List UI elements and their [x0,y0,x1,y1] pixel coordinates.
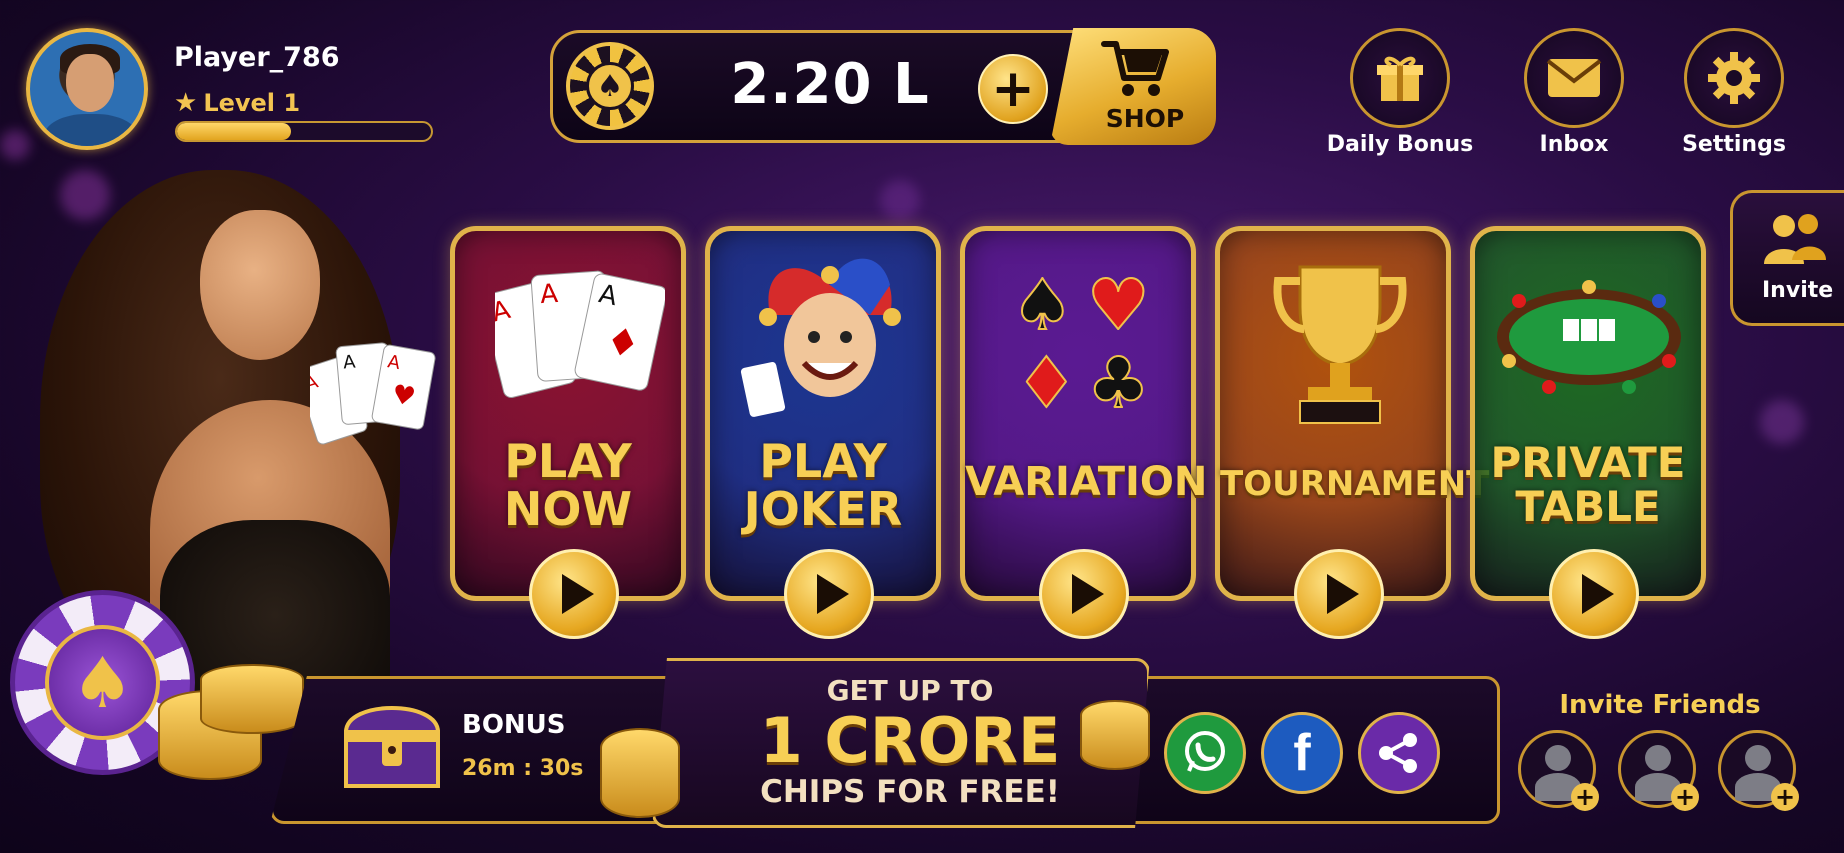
player-level: ★ Level 1 [174,88,300,118]
share-icon [1379,733,1417,773]
settings-button[interactable]: Settings [1682,28,1824,157]
title-line: TOURNAMENT [1220,464,1490,504]
player-name: Player_786 [174,42,340,73]
facebook-icon: f [1293,724,1311,782]
mail-icon [1524,28,1624,128]
play-joker-card[interactable]: PLAY JOKER [705,226,941,639]
title-line: JOKER [743,482,903,537]
settings-label: Settings [1682,132,1786,157]
gold-coin-stack [200,664,304,734]
spade-chip-icon: ♠ [566,42,654,130]
play-joker-title: PLAY JOKER [710,437,936,534]
invite-friend-slot[interactable]: + [1718,730,1799,811]
cart-icon [1101,41,1169,96]
plus-icon: + [1571,783,1599,811]
invite-friends-label: Invite Friends [1559,690,1761,720]
card-suits-icon: ♠ ♥ ♦ ♣ [1010,267,1151,417]
svg-text:♣: ♣ [1087,342,1150,417]
hand-cards-icon: A A A♥ [310,342,436,445]
title-line: PLAY [504,434,632,488]
private-table-title: PRIVATE TABLE [1475,438,1701,532]
play-icon [1072,574,1104,614]
inbox-button[interactable]: Inbox [1524,28,1664,157]
title-line: TABLE [1515,482,1661,532]
player-avatar[interactable] [26,28,148,150]
svg-text:A: A [539,279,559,310]
private-table-card[interactable]: PRIVATE TABLE [1470,226,1706,639]
promo-line-2: 1 CRORE [759,704,1061,777]
treasure-chest-icon[interactable] [340,694,444,790]
title-line: PRIVATE [1490,438,1686,487]
invite-friend-slot[interactable]: + [1618,730,1699,811]
gold-coin-stack [600,728,680,818]
playing-cards-icon: A A A♦ [495,270,665,399]
variation-card[interactable]: ♠ ♥ ♦ ♣ VARIATION [960,226,1208,639]
share-button[interactable] [1358,712,1440,794]
hostess-face [200,210,320,360]
joker-icon [740,258,901,417]
plus-icon: + [991,59,1035,119]
daily-bonus-button[interactable]: Daily Bonus [1327,28,1490,157]
gear-icon [1684,28,1784,128]
daily-bonus-label: Daily Bonus [1326,132,1474,157]
svg-text:A: A [342,351,357,373]
bokeh-light [0,130,30,160]
variation-title: VARIATION [965,459,1208,505]
title-line: PLAY [759,434,887,488]
gift-icon [1350,28,1450,128]
bonus-label: BONUS [462,710,566,740]
chip-balance: 2.20 L [730,52,930,117]
svg-text:♥: ♥ [1087,267,1150,346]
play-joker-button[interactable] [784,549,874,639]
play-icon [1582,574,1614,614]
promo-line-3: CHIPS FOR FREE! [760,774,1060,810]
shop-label: SHOP [1105,104,1185,133]
whatsapp-icon [1185,731,1225,772]
xp-progress-fill [177,123,292,140]
whatsapp-share-button[interactable] [1164,712,1246,794]
users-icon [1764,214,1826,264]
play-icon [562,574,594,614]
bokeh-light [1760,400,1804,444]
tournament-card[interactable]: TOURNAMENT [1215,226,1490,639]
facebook-share-button[interactable]: f [1261,712,1343,794]
variation-play-button[interactable] [1039,549,1129,639]
play-now-card[interactable]: A A A ♦ PLAY NOW [450,226,686,639]
tournament-title: TOURNAMENT [1220,464,1490,504]
bokeh-light [880,180,920,220]
play-now-title: PLAY NOW [455,437,681,534]
add-chips-button[interactable]: + [978,54,1048,124]
play-icon [1327,574,1359,614]
private-table-play-button[interactable] [1549,549,1639,639]
svg-text:♦: ♦ [1015,342,1078,417]
svg-text:♠: ♠ [1011,267,1074,346]
bokeh-light [60,170,110,220]
plus-icon: + [1671,783,1699,811]
xp-progress-bar [175,121,433,142]
bonus-timer: 26m : 30s [462,756,584,781]
promo-line-1: GET UP TO [826,674,994,707]
level-label: Level 1 [203,89,301,117]
inbox-label: Inbox [1539,132,1609,157]
invite-friend-slot[interactable]: + [1518,730,1599,811]
title-line: VARIATION [965,459,1208,505]
invite-side-label: Invite [1762,278,1834,303]
play-now-button[interactable] [529,549,619,639]
plus-icon: + [1771,783,1799,811]
title-line: NOW [503,482,633,537]
poker-table-icon [1497,280,1681,394]
tournament-play-button[interactable] [1294,549,1384,639]
trophy-icon [1273,265,1407,424]
star-icon: ★ [174,88,198,118]
play-icon [817,574,849,614]
